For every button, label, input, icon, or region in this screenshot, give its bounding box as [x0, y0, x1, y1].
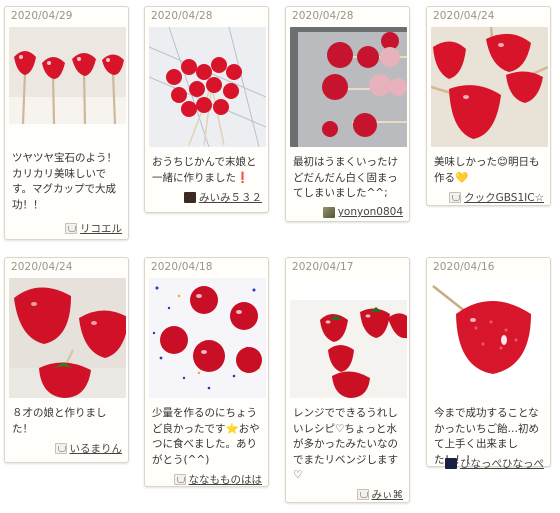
report-comment: ツヤツヤ宝石のよう！カリカリ美味しいです。マグカップで大成功！！	[12, 152, 117, 211]
default-user-icon	[54, 443, 67, 454]
recipe-report-card[interactable]: 2020/04/18 少量を作るのにちょうど良かったです⭐️おやつに食べました。…	[144, 257, 269, 487]
report-user-name: みぃ⌘	[371, 489, 404, 501]
user-avatar-icon	[184, 192, 196, 203]
default-user-icon	[356, 489, 369, 500]
report-photo[interactable]	[149, 27, 266, 147]
report-comment: 最初はうまくいったけどだんだん白く固まってしまいました^^;	[293, 156, 398, 199]
recipe-report-card[interactable]: 2020/04/28 最初はうまくいったけどだんだん白く固まってしまいました^^…	[285, 6, 410, 222]
report-date: 2020/04/24	[433, 10, 495, 22]
report-user-link[interactable]: ひなっぺひなっぺ	[445, 456, 544, 471]
recipe-report-card[interactable]: 2020/04/28 おうちじかんで末娘と一緒に作りました❗️ みいみ５３２	[144, 6, 269, 213]
report-date: 2020/04/28	[292, 10, 354, 22]
report-user-link[interactable]: yonyon0804	[322, 206, 403, 218]
recipe-report-card[interactable]: 2020/04/29 ツヤツヤ宝石のよう！カリカリ美味しいです。マグカップで大成…	[4, 6, 129, 240]
report-user-link[interactable]: みいみ５３２	[184, 190, 262, 205]
default-user-icon	[449, 192, 462, 203]
report-date: 2020/04/24	[11, 261, 73, 273]
default-user-icon	[173, 474, 186, 485]
report-photo[interactable]	[290, 278, 407, 398]
report-date: 2020/04/29	[11, 10, 73, 22]
report-user-name: クックGBS1IC☆	[464, 192, 544, 204]
recipe-report-card[interactable]: 2020/04/17 レンジでできるうれしいレシピ♡ちょっと水が多かったみたいな…	[285, 257, 410, 503]
report-user-link[interactable]: いるまりん	[54, 441, 123, 456]
report-user-link[interactable]: リコエル	[65, 221, 122, 236]
report-photo[interactable]	[149, 278, 266, 398]
report-photo[interactable]	[431, 27, 548, 147]
report-photo[interactable]	[290, 27, 407, 147]
report-user-name: みいみ５３２	[199, 192, 262, 204]
recipe-report-card[interactable]: 2020/04/16 今まで成功することなかったいちご飴…初めて上手く出来ました…	[426, 257, 551, 470]
report-comment: おうちじかんで末娘と一緒に作りました❗️	[152, 156, 257, 184]
report-date: 2020/04/18	[151, 261, 213, 273]
recipe-report-card[interactable]: 2020/04/24 ８才の娘と作りました！ いるまりん	[4, 257, 129, 463]
report-photo[interactable]	[9, 278, 126, 398]
report-comment: ８才の娘と作りました！	[12, 407, 107, 435]
recipe-report-card[interactable]: 2020/04/24 美味しかった😊明日も作る💛 クックGBS1IC☆	[426, 6, 551, 206]
report-user-name: yonyon0804	[337, 206, 403, 218]
report-user-name: ひなっぺひなっぺ	[460, 458, 544, 470]
user-avatar-icon	[445, 458, 457, 469]
report-user-name: ななもものはは	[188, 474, 263, 486]
report-photo[interactable]	[431, 278, 548, 398]
report-photo[interactable]	[9, 27, 126, 124]
report-comment: レンジでできるうれしいレシピ♡ちょっと水が多かったみたいなのでまたリベンジします…	[293, 407, 398, 481]
report-comment: 少量を作るのにちょうど良かったです⭐️おやつに食べました。ありがとう(^^)	[152, 407, 260, 466]
report-user-link[interactable]: クックGBS1IC☆	[449, 190, 544, 205]
report-user-link[interactable]: みぃ⌘	[356, 487, 404, 502]
report-user-name: いるまりん	[69, 443, 123, 455]
user-avatar-icon	[322, 206, 335, 218]
report-user-name: リコエル	[80, 223, 122, 235]
default-user-icon	[65, 223, 77, 234]
report-user-link[interactable]: ななもものはは	[173, 472, 263, 487]
report-date: 2020/04/16	[433, 261, 495, 273]
report-date: 2020/04/28	[151, 10, 213, 22]
report-date: 2020/04/17	[292, 261, 354, 273]
report-comment: 美味しかった😊明日も作る💛	[434, 156, 540, 184]
